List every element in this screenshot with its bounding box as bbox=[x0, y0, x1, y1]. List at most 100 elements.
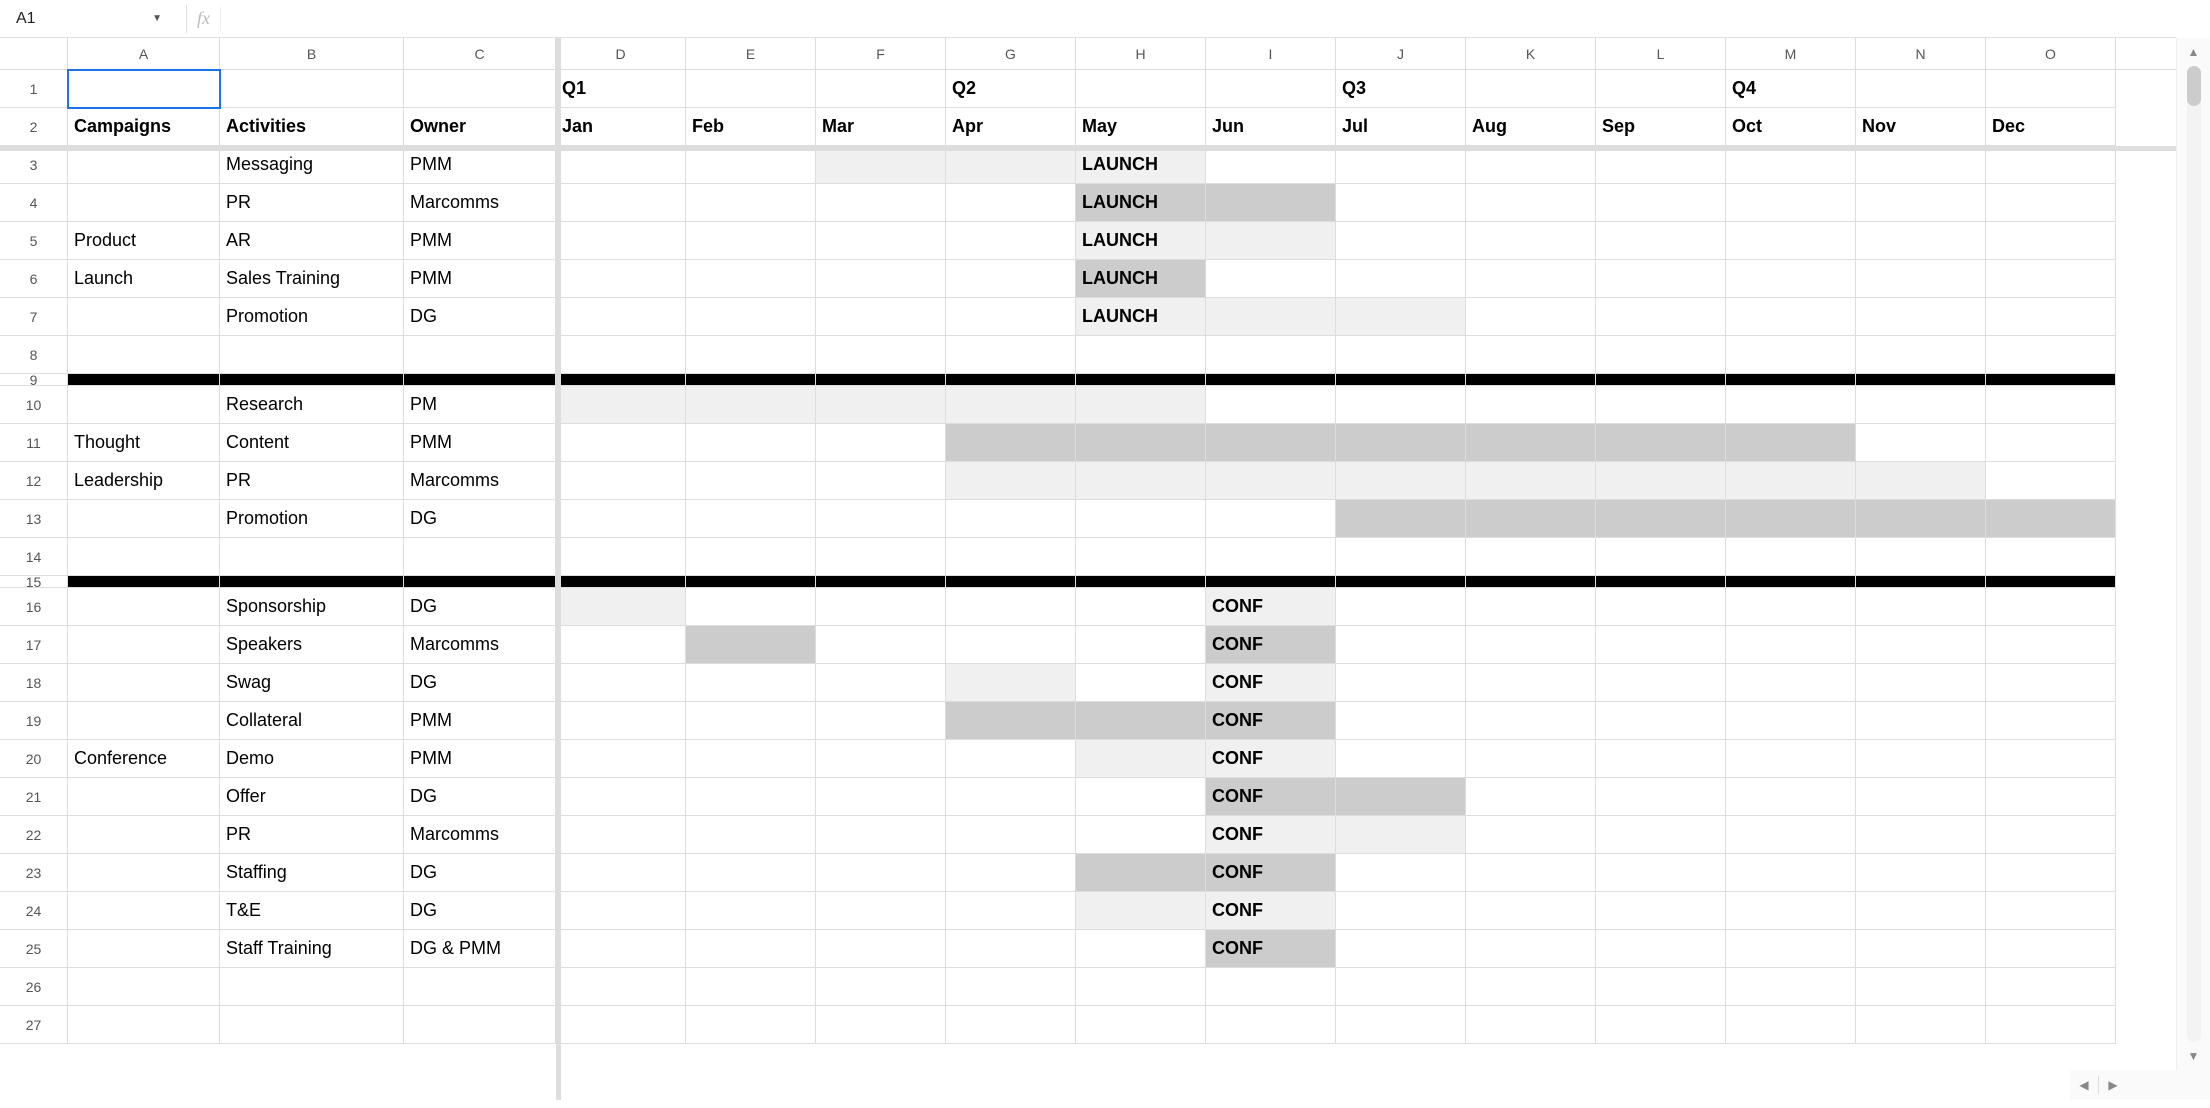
month-cell[interactable] bbox=[1596, 538, 1726, 576]
month-cell[interactable] bbox=[1726, 184, 1856, 222]
month-cell[interactable] bbox=[1596, 184, 1726, 222]
header-month[interactable]: Jun bbox=[1206, 108, 1336, 146]
campaign-label[interactable] bbox=[68, 298, 220, 336]
month-cell[interactable] bbox=[1336, 968, 1466, 1006]
month-cell[interactable] bbox=[1206, 336, 1336, 374]
month-cell[interactable] bbox=[1726, 664, 1856, 702]
month-cell[interactable] bbox=[1596, 146, 1726, 184]
month-cell[interactable] bbox=[1856, 892, 1986, 930]
month-cell[interactable] bbox=[1076, 968, 1206, 1006]
month-cell[interactable] bbox=[556, 968, 686, 1006]
month-cell[interactable] bbox=[946, 222, 1076, 260]
month-cell[interactable] bbox=[556, 222, 686, 260]
month-cell[interactable] bbox=[556, 702, 686, 740]
header-month[interactable]: Mar bbox=[816, 108, 946, 146]
row-header-22[interactable]: 22 bbox=[0, 816, 67, 854]
month-cell[interactable] bbox=[1726, 146, 1856, 184]
row-header-10[interactable]: 10 bbox=[0, 386, 67, 424]
divider-row[interactable] bbox=[220, 576, 404, 588]
month-cell[interactable]: CONF bbox=[1206, 854, 1336, 892]
month-cell[interactable] bbox=[1336, 1006, 1466, 1044]
activity-cell[interactable]: Swag bbox=[220, 664, 404, 702]
month-cell[interactable] bbox=[1856, 702, 1986, 740]
divider-row[interactable] bbox=[1466, 374, 1596, 386]
owner-cell[interactable]: PMM bbox=[404, 740, 556, 778]
month-cell[interactable] bbox=[686, 702, 816, 740]
header-month[interactable]: Aug bbox=[1466, 108, 1596, 146]
divider-row[interactable] bbox=[404, 576, 556, 588]
month-cell[interactable]: CONF bbox=[1206, 892, 1336, 930]
month-cell[interactable] bbox=[1206, 538, 1336, 576]
month-cell[interactable] bbox=[686, 740, 816, 778]
month-cell[interactable] bbox=[686, 1006, 816, 1044]
divider-row[interactable] bbox=[946, 576, 1076, 588]
month-cell[interactable] bbox=[1466, 930, 1596, 968]
month-cell[interactable] bbox=[1076, 930, 1206, 968]
activity-cell[interactable]: PR bbox=[220, 816, 404, 854]
month-cell[interactable] bbox=[1856, 664, 1986, 702]
month-cell[interactable] bbox=[1206, 1006, 1336, 1044]
activity-cell[interactable]: Research bbox=[220, 386, 404, 424]
month-cell[interactable] bbox=[946, 968, 1076, 1006]
month-cell[interactable] bbox=[1076, 538, 1206, 576]
month-cell[interactable] bbox=[686, 260, 816, 298]
month-cell[interactable] bbox=[1986, 500, 2116, 538]
owner-cell[interactable]: DG bbox=[404, 778, 556, 816]
month-cell[interactable] bbox=[1466, 146, 1596, 184]
row-header-3[interactable]: 3 bbox=[0, 146, 67, 184]
month-cell[interactable] bbox=[1076, 1006, 1206, 1044]
activity-cell[interactable]: PR bbox=[220, 462, 404, 500]
activity-cell[interactable]: Staff Training bbox=[220, 930, 404, 968]
scroll-left-icon[interactable]: ◀ bbox=[2070, 1070, 2098, 1100]
divider-row[interactable] bbox=[68, 576, 220, 588]
row-header-15[interactable]: 15 bbox=[0, 576, 67, 588]
month-cell[interactable] bbox=[686, 892, 816, 930]
campaign-label[interactable] bbox=[68, 336, 220, 374]
month-cell[interactable]: LAUNCH bbox=[1076, 298, 1206, 336]
row-header-7[interactable]: 7 bbox=[0, 298, 67, 336]
month-cell[interactable] bbox=[1336, 892, 1466, 930]
divider-row[interactable] bbox=[1726, 374, 1856, 386]
month-cell[interactable] bbox=[816, 778, 946, 816]
column-header-G[interactable]: G bbox=[946, 38, 1076, 69]
month-cell[interactable] bbox=[816, 538, 946, 576]
column-header-N[interactable]: N bbox=[1856, 38, 1986, 69]
month-cell[interactable] bbox=[1466, 462, 1596, 500]
month-cell[interactable]: CONF bbox=[1206, 740, 1336, 778]
campaign-label[interactable] bbox=[68, 588, 220, 626]
month-cell[interactable] bbox=[946, 702, 1076, 740]
month-cell[interactable] bbox=[946, 462, 1076, 500]
month-cell[interactable] bbox=[1466, 702, 1596, 740]
month-cell[interactable] bbox=[1726, 626, 1856, 664]
column-header-F[interactable]: F bbox=[816, 38, 946, 69]
month-cell[interactable] bbox=[1076, 664, 1206, 702]
month-cell[interactable] bbox=[1726, 778, 1856, 816]
month-cell[interactable] bbox=[1726, 816, 1856, 854]
month-cell[interactable] bbox=[556, 892, 686, 930]
month-cell[interactable] bbox=[1206, 462, 1336, 500]
month-cell[interactable] bbox=[556, 588, 686, 626]
month-cell[interactable] bbox=[1076, 702, 1206, 740]
row-header-20[interactable]: 20 bbox=[0, 740, 67, 778]
month-cell[interactable] bbox=[1726, 740, 1856, 778]
month-cell[interactable] bbox=[1466, 664, 1596, 702]
month-cell[interactable] bbox=[1466, 260, 1596, 298]
owner-cell[interactable]: DG bbox=[404, 854, 556, 892]
divider-row[interactable] bbox=[1596, 576, 1726, 588]
activity-cell[interactable]: Sales Training bbox=[220, 260, 404, 298]
row-header-12[interactable]: 12 bbox=[0, 462, 67, 500]
month-cell[interactable] bbox=[1726, 298, 1856, 336]
header-owner[interactable]: Owner bbox=[404, 108, 556, 146]
month-cell[interactable] bbox=[1986, 740, 2116, 778]
month-cell[interactable]: LAUNCH bbox=[1076, 222, 1206, 260]
row-header-25[interactable]: 25 bbox=[0, 930, 67, 968]
month-cell[interactable] bbox=[1336, 702, 1466, 740]
divider-row[interactable] bbox=[1076, 576, 1206, 588]
row-header-23[interactable]: 23 bbox=[0, 854, 67, 892]
month-cell[interactable] bbox=[686, 462, 816, 500]
header-month[interactable]: Nov bbox=[1856, 108, 1986, 146]
activity-cell[interactable]: Content bbox=[220, 424, 404, 462]
divider-row[interactable] bbox=[686, 576, 816, 588]
name-box[interactable] bbox=[14, 9, 114, 29]
month-cell[interactable] bbox=[1336, 778, 1466, 816]
